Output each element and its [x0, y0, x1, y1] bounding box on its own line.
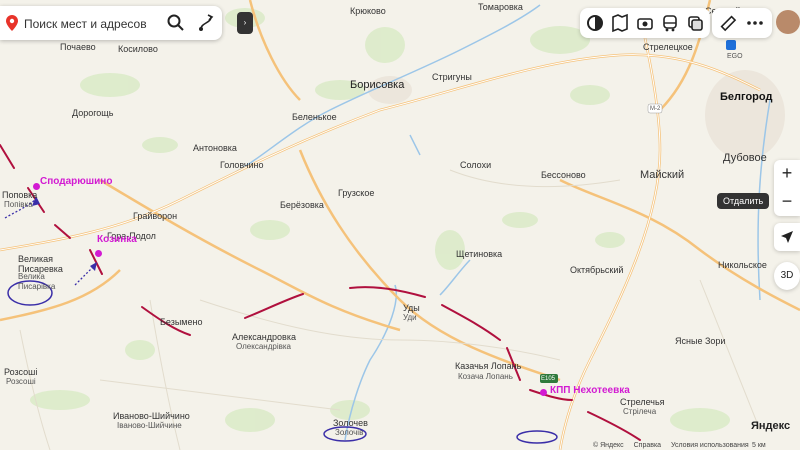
zoom-in-button[interactable]: + [774, 160, 800, 188]
map-toolbar-secondary [712, 8, 772, 38]
village-label: Великая Писаревка [18, 254, 63, 274]
village-label: Стригуны [432, 72, 472, 82]
layers-square-icon[interactable] [685, 13, 705, 33]
place-marker[interactable] [540, 389, 547, 396]
map-canvas[interactable]: M-2 E105 EGO Белгород Борисовка Крюково … [0, 0, 800, 450]
airport-label: EGO [727, 53, 743, 60]
road-badge-e105: E105 [541, 376, 556, 382]
help-link[interactable]: Справка [634, 442, 661, 449]
village-label: Томаровка [478, 2, 523, 12]
village-label: Крюково [350, 6, 386, 16]
transport-icon[interactable] [660, 13, 680, 33]
village-label: Майский [640, 169, 685, 181]
village-sublabel: Козача Лопань [458, 372, 513, 381]
map-toolbar [580, 8, 710, 38]
more-icon[interactable] [745, 13, 765, 33]
village-sublabel: Стрілеча [623, 407, 657, 416]
village-sublabel: Попівка [4, 200, 33, 209]
village-label: Стрелецкое [643, 42, 693, 52]
place-marker[interactable] [33, 183, 40, 190]
place-marker[interactable] [95, 250, 102, 257]
village-label: Берёзовка [280, 200, 324, 210]
copyright-text: © Яндекс [593, 442, 624, 449]
village-label: Октябрьский [570, 265, 624, 275]
zoom-out-button[interactable]: − [774, 188, 800, 216]
village-label: Дорогощь [72, 108, 114, 118]
terms-link[interactable]: Условия использования [671, 442, 749, 449]
village-label: Грайворон [133, 211, 178, 221]
search-input[interactable] [22, 13, 166, 35]
town-label-borisovka: Борисовка [350, 79, 405, 91]
location-pin-icon [6, 15, 18, 31]
village-label: Солохи [460, 160, 492, 170]
village-label: Ясные Зори [675, 336, 726, 346]
scale-label: 5 км [752, 442, 766, 449]
village-label: Почаево [60, 42, 96, 52]
village-label: Иваново-Шийчино [113, 411, 190, 421]
village-sublabel: Розсоші [6, 377, 36, 386]
village-label: Антоновка [193, 143, 237, 153]
village-label: Бессоново [541, 170, 586, 180]
route-icon[interactable] [196, 13, 216, 33]
panorama-icon[interactable] [635, 13, 655, 33]
search-bar [0, 6, 222, 40]
marked-place-kpp-nekhoteevka[interactable]: КПП Нехотеевка [550, 386, 630, 396]
village-label: Стрелечья [620, 397, 665, 407]
village-label: Щетиновка [456, 249, 503, 259]
village-sublabel: Олександрівка [236, 342, 291, 351]
yandex-logo: Яндекс [751, 420, 791, 432]
village-sublabel: Уди [403, 313, 417, 322]
navigation-arrow-icon [781, 231, 793, 243]
village-label: Розсоші [4, 367, 38, 377]
village-label: Дубовое [723, 152, 767, 164]
village-label: Уды [403, 303, 420, 313]
village-label: Беленькое [292, 112, 337, 122]
3d-toggle-button[interactable]: 3D [774, 262, 800, 290]
marked-place-spodaryushino[interactable]: Сподарюшино [40, 177, 112, 187]
road-badge-m2: M-2 [650, 106, 661, 112]
zoom-control: + − [774, 160, 800, 216]
layers-icon[interactable] [585, 13, 605, 33]
village-label: Казачья Лопань [455, 361, 522, 371]
village-label: Головчино [220, 160, 264, 170]
search-icon[interactable] [166, 13, 186, 33]
village-sublabel: Велика Писарівка [18, 272, 56, 291]
village-label: Грузское [338, 188, 375, 198]
village-label: Александровка [232, 332, 296, 342]
my-location-button[interactable] [774, 223, 800, 251]
village-label: Золочев [333, 418, 368, 428]
user-avatar[interactable] [776, 10, 800, 34]
zoom-out-tooltip: Отдалить [717, 193, 770, 209]
village-label: Никольское [718, 260, 767, 270]
city-label-belgorod: Белгород [720, 91, 773, 103]
village-label: Поповка [2, 190, 38, 200]
village-label: Косилово [118, 44, 158, 54]
village-sublabel: Золочів [335, 428, 364, 437]
village-sublabel: Іваново-Шийчине [117, 421, 182, 430]
village-label: Безымено [160, 317, 203, 327]
map-footer: © Яндекс Справка Условия использования [593, 442, 757, 449]
map-book-icon[interactable] [610, 13, 630, 33]
map-base [0, 0, 800, 450]
marked-place-kozinka[interactable]: Козинка [97, 235, 137, 245]
ruler-icon[interactable] [718, 13, 738, 33]
expand-panel-button[interactable]: › [237, 12, 253, 34]
